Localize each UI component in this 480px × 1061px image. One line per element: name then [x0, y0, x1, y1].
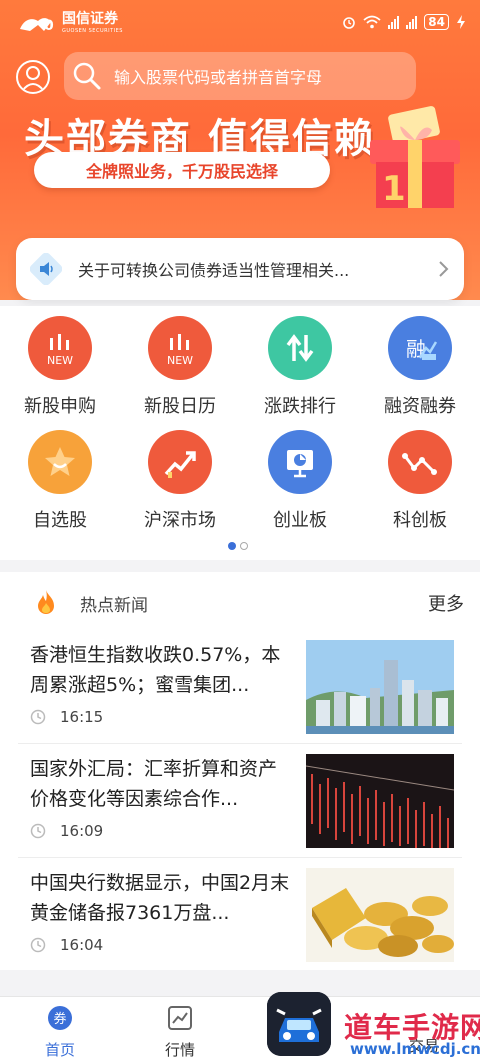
battery-indicator: 84 [424, 14, 449, 30]
news-time: 16:15 [30, 708, 103, 726]
grid-label: 涨跌排行 [264, 396, 336, 417]
new-stock-icon: NEW [28, 316, 92, 380]
search-placeholder: 输入股票代码或者拼音首字母 [114, 68, 323, 87]
search-input[interactable]: 输入股票代码或者拼音首字母 [64, 52, 416, 100]
logo-name: 国信证券 [62, 11, 118, 27]
news-header: 热点新闻 更多 [0, 572, 480, 630]
news-time-text: 16:09 [60, 822, 104, 840]
logo-mark-icon: 0 [20, 18, 54, 34]
news-more-link[interactable]: 更多 [428, 590, 464, 616]
tab-market-label: 行情 [164, 1041, 195, 1059]
news-headline: 中国央行数据显示，中国2月末黄金储备报7361万盘... [30, 872, 290, 924]
grid-item-new-stock[interactable]: NEW 新股申购 [0, 316, 120, 418]
clock-icon [30, 709, 46, 725]
chevron-right-icon [439, 261, 449, 277]
watermark-url: www.lmwcdj.cn [350, 1040, 480, 1058]
city-skyline-thumbnail [306, 640, 454, 734]
brand-logo: 0 国信证券 GUOSEN SECURITIES [18, 12, 123, 35]
market-chart-tab-icon [168, 1006, 192, 1030]
status-bar: 0 国信证券 GUOSEN SECURITIES 84 [0, 0, 480, 46]
news-time: 16:04 [30, 936, 103, 954]
signal-5g-icon-2 [406, 15, 418, 29]
clock-icon [30, 823, 46, 839]
grid-label: 自选股 [33, 510, 87, 531]
news-headline: 国家外汇局：汇率折算和资产价格变化等因素综合作... [30, 758, 278, 810]
grid-item-star-market[interactable]: 科创板 [360, 430, 480, 532]
news-time-text: 16:15 [60, 708, 104, 726]
notice-text: 关于可转换公司债券适当性管理相关... [78, 261, 350, 280]
home-tab-icon: 券 [48, 1006, 72, 1030]
news-item[interactable]: 香港恒生指数收跌0.57%，本周累涨超5%；蜜雪集团... 16:15 [0, 630, 480, 744]
news-section: 热点新闻 更多 香港恒生指数收跌0.57%，本周累涨超5%；蜜雪集团... 16… [0, 572, 480, 970]
margin-trading-icon: 融 [388, 316, 452, 380]
star-market-icon [388, 430, 452, 494]
grid-label: 融资融券 [384, 396, 456, 417]
page-dot [240, 542, 248, 550]
grid-item-market[interactable]: 沪深市场 [120, 430, 240, 532]
status-indicators: 84 [342, 14, 466, 30]
news-time-text: 16:04 [60, 936, 104, 954]
grid-item-margin-trading[interactable]: 融 融资融券 [360, 316, 480, 418]
grid-label: 新股日历 [144, 396, 216, 417]
news-time: 16:09 [30, 822, 103, 840]
grid-label: 沪深市场 [144, 510, 216, 531]
grid-label: 创业板 [273, 510, 327, 531]
svg-text:0: 0 [44, 18, 54, 34]
news-item[interactable]: 国家外汇局：汇率折算和资产价格变化等因素综合作... 16:09 [0, 744, 480, 858]
alarm-icon [343, 17, 356, 29]
news-headline: 香港恒生指数收跌0.57%，本周累涨超5%；蜜雪集团... [30, 644, 281, 696]
gift-box-icon: 1 [370, 106, 460, 209]
tab-market[interactable]: 行情 [150, 1005, 210, 1060]
page-dot-active [228, 542, 236, 550]
clock-icon [30, 937, 46, 953]
charging-icon [457, 15, 465, 29]
watermark-app-icon [267, 992, 331, 1056]
news-section-title: 热点新闻 [80, 596, 148, 616]
svg-text:券: 券 [53, 1011, 66, 1027]
wifi-icon [363, 15, 381, 29]
grid-item-gem-board[interactable]: 创业板 [240, 430, 360, 532]
search-icon [73, 62, 101, 90]
market-trend-icon [148, 430, 212, 494]
svg-text:NEW: NEW [167, 354, 193, 367]
user-avatar-button[interactable] [16, 60, 50, 94]
news-item[interactable]: 中国央行数据显示，中国2月末黄金储备报7361万盘... 16:04 [0, 858, 480, 972]
grid-item-updown-ranking[interactable]: 涨跌排行 [240, 316, 360, 418]
logo-subtitle: GUOSEN SECURITIES [62, 28, 123, 34]
speaker-notice-icon [30, 253, 62, 285]
tab-home-label: 首页 [44, 1041, 75, 1059]
signal-5g-icon [388, 15, 400, 29]
banner-subline: 全牌照业务，千万股民选择 [34, 152, 330, 188]
svg-text:NEW: NEW [47, 354, 73, 367]
fire-icon [38, 590, 54, 614]
watchlist-star-icon [28, 430, 92, 494]
grid-label: 科创板 [393, 510, 447, 531]
user-icon [21, 66, 45, 92]
grid-item-watchlist[interactable]: 自选股 [0, 430, 120, 532]
updown-ranking-icon [268, 316, 332, 380]
tab-home[interactable]: 券 首页 [30, 1005, 90, 1060]
grid-label: 新股申购 [24, 396, 96, 417]
function-grid: NEW 新股申购 NEW 新股日历 涨跌排行 融 融资融券 自选股 沪深市场 创… [0, 306, 480, 560]
grid-item-new-calendar[interactable]: NEW 新股日历 [120, 316, 240, 418]
gem-board-icon [268, 430, 332, 494]
gold-coins-thumbnail [306, 868, 454, 962]
notice-bar[interactable]: 关于可转换公司债券适当性管理相关... [16, 238, 464, 300]
page-indicator [228, 542, 248, 550]
market-chart-thumbnail [306, 754, 454, 848]
new-calendar-icon: NEW [148, 316, 212, 380]
svg-text:1: 1 [382, 169, 406, 209]
